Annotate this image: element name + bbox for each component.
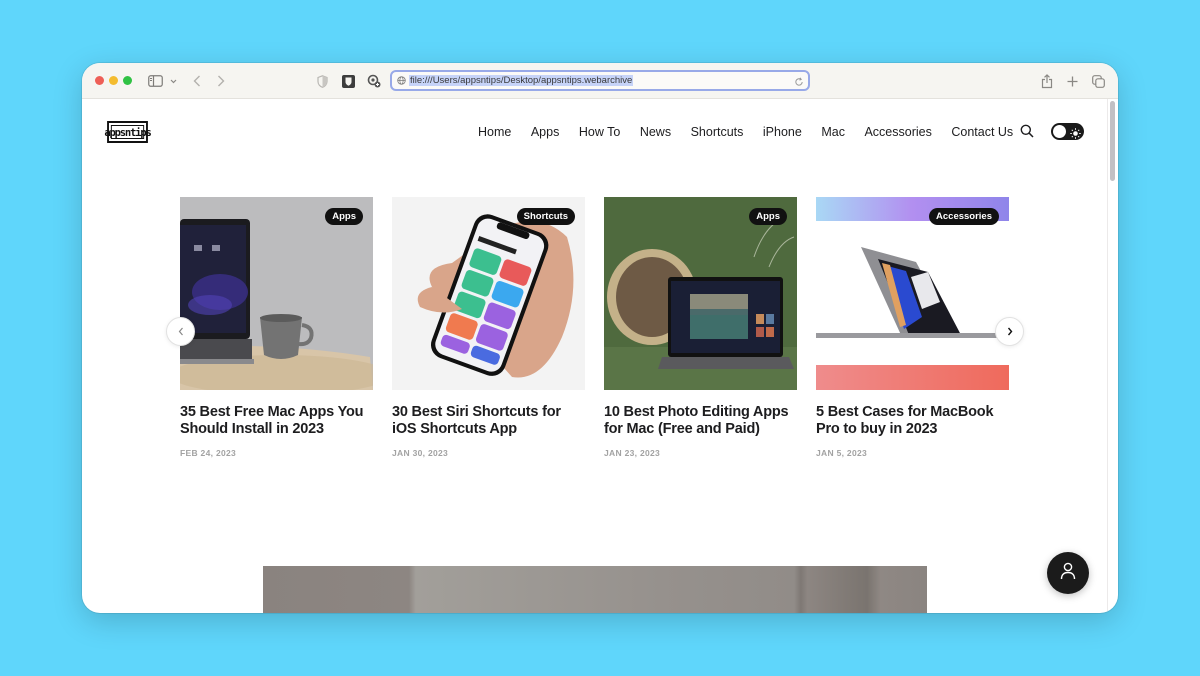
share-icon[interactable]	[1041, 72, 1053, 90]
url-text[interactable]: file:///Users/appsntips/Desktop/appsntip…	[409, 75, 634, 86]
category-badge[interactable]: Accessories	[929, 208, 999, 225]
article-thumbnail[interactable]: Accessories	[816, 197, 1009, 390]
new-tab-icon[interactable]	[1067, 72, 1078, 90]
extension-icon[interactable]	[367, 72, 381, 90]
site-logo[interactable]: appsntips	[104, 121, 152, 143]
toggle-knob	[1053, 125, 1066, 138]
article-card[interactable]: Accessories 5 Best Cases for MacBook Pro…	[816, 197, 1009, 458]
featured-article-image[interactable]	[263, 566, 927, 613]
category-badge[interactable]: Apps	[325, 208, 363, 225]
user-account-button[interactable]	[1047, 552, 1089, 594]
web-page: appsntips Home Apps How To News Shortcut…	[82, 100, 1107, 613]
search-icon[interactable]	[1020, 124, 1034, 143]
article-date: JAN 23, 2023	[604, 448, 661, 458]
nav-item-home[interactable]: Home	[478, 125, 511, 139]
macbook-photo-editor-image	[604, 197, 797, 390]
main-nav: Home Apps How To News Shortcuts iPhone M…	[478, 125, 1033, 139]
user-icon	[1060, 562, 1076, 585]
bitwarden-icon[interactable]	[342, 72, 355, 90]
scrollbar-thumb[interactable]	[1110, 101, 1115, 181]
article-thumbnail[interactable]: Apps	[604, 197, 797, 390]
nav-item-mac[interactable]: Mac	[821, 125, 845, 139]
zoom-window-button[interactable]	[123, 76, 132, 85]
minimize-window-button[interactable]	[109, 76, 118, 85]
chevron-right-icon	[1007, 323, 1013, 341]
sidebar-icon[interactable]	[148, 72, 163, 90]
carousel-prev-button[interactable]	[166, 317, 195, 346]
address-bar[interactable]: file:///Users/appsntips/Desktop/appsntip…	[390, 70, 810, 91]
article-date: JAN 30, 2023	[392, 448, 449, 458]
article-title[interactable]: 30 Best Siri Shortcuts for iOS Shortcuts…	[392, 404, 585, 438]
article-thumbnail[interactable]: Shortcuts	[392, 197, 585, 390]
nav-item-contact-us[interactable]: Contact Us	[951, 125, 1013, 139]
nav-item-accessories[interactable]: Accessories	[864, 125, 931, 139]
theme-toggle[interactable]	[1051, 123, 1084, 140]
reload-icon[interactable]	[794, 74, 804, 92]
featured-carousel: Apps 35 Best Free Mac Apps You Should In…	[180, 197, 1010, 467]
macbook-pro-image	[816, 197, 1009, 390]
nav-item-apps[interactable]: Apps	[531, 125, 560, 139]
laptop-and-mug-image	[180, 197, 373, 390]
tab-overview-icon[interactable]	[1092, 72, 1105, 90]
category-badge[interactable]: Shortcuts	[516, 208, 575, 225]
article-card[interactable]: Shortcuts 30 Best Siri Shortcuts for iOS…	[392, 197, 585, 458]
nav-item-shortcuts[interactable]: Shortcuts	[691, 125, 744, 139]
article-title[interactable]: 5 Best Cases for MacBook Pro to buy in 2…	[816, 404, 1009, 438]
hand-holding-iphone-image	[392, 197, 585, 390]
close-window-button[interactable]	[95, 76, 104, 85]
forward-icon[interactable]	[217, 72, 225, 90]
nav-item-how-to[interactable]: How To	[579, 125, 620, 139]
browser-window: file:///Users/appsntips/Desktop/appsntip…	[82, 63, 1118, 613]
article-date: JAN 5, 2023	[816, 448, 868, 458]
article-title[interactable]: 35 Best Free Mac Apps You Should Install…	[180, 404, 373, 438]
back-icon[interactable]	[193, 72, 201, 90]
article-thumbnail[interactable]: Apps	[180, 197, 373, 390]
category-badge[interactable]: Apps	[749, 208, 787, 225]
sun-icon	[1070, 126, 1081, 144]
article-card[interactable]: Apps 10 Best Photo Editing Apps for Mac …	[604, 197, 797, 458]
chevron-left-icon	[178, 323, 184, 341]
article-date: FEB 24, 2023	[180, 448, 237, 458]
chevron-down-icon[interactable]	[170, 72, 177, 90]
nav-item-iphone[interactable]: iPhone	[763, 125, 802, 139]
nav-item-news[interactable]: News	[640, 125, 671, 139]
globe-icon	[397, 72, 406, 90]
article-title[interactable]: 10 Best Photo Editing Apps for Mac (Free…	[604, 404, 797, 438]
carousel-next-button[interactable]	[995, 317, 1024, 346]
privacy-shield-icon[interactable]	[317, 72, 328, 90]
article-card[interactable]: Apps 35 Best Free Mac Apps You Should In…	[180, 197, 373, 458]
browser-toolbar: file:///Users/appsntips/Desktop/appsntip…	[82, 63, 1118, 99]
